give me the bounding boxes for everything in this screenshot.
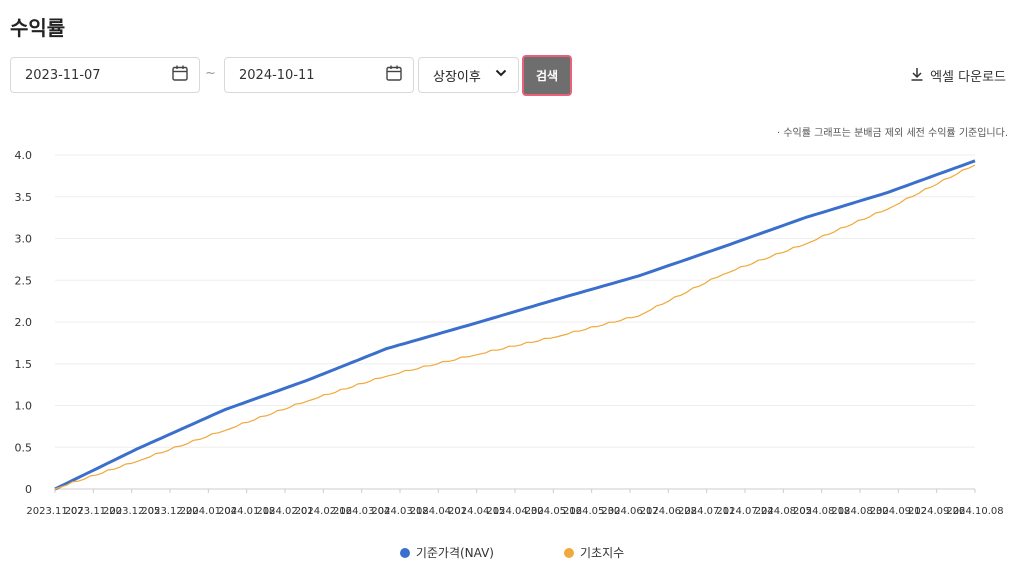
excel-download-label: 엑셀 다운로드 bbox=[930, 70, 1006, 85]
y-tick-label: 1.0 bbox=[15, 400, 33, 413]
date-range-separator: ~ bbox=[205, 66, 216, 81]
start-date-field[interactable]: 2023-11-07 bbox=[10, 57, 200, 93]
end-date-field[interactable]: 2024-10-11 bbox=[224, 57, 414, 93]
legend-label-index: 기초지수 bbox=[579, 546, 625, 560]
y-tick-label: 3.5 bbox=[15, 191, 33, 204]
series-line-nav bbox=[54, 159, 976, 491]
y-tick-label: 1.5 bbox=[15, 358, 33, 371]
calendar-icon[interactable] bbox=[171, 64, 189, 86]
chart-legend: 기준가격(NAV) 기초지수 bbox=[0, 544, 1024, 561]
y-tick-label: 3.0 bbox=[15, 233, 33, 246]
y-tick-label: 0 bbox=[25, 483, 32, 496]
search-button[interactable]: 검색 bbox=[522, 55, 572, 96]
page-title: 수익률 bbox=[10, 16, 66, 40]
legend-dot-index bbox=[563, 547, 574, 558]
start-date-value: 2023-11-07 bbox=[25, 67, 101, 83]
x-tick-label: 2024.10.08 bbox=[946, 506, 1003, 517]
chevron-down-icon bbox=[494, 66, 508, 84]
legend-dot-nav bbox=[399, 547, 410, 558]
chart-note: · 수익률 그래프는 분배금 제외 세전 수익률 기준입니다. bbox=[776, 128, 1008, 139]
end-date-value: 2024-10-11 bbox=[239, 67, 315, 83]
legend-item-nav[interactable]: 기준가격(NAV) bbox=[399, 544, 494, 561]
series-line-index bbox=[54, 164, 976, 490]
excel-download-button[interactable]: 엑셀 다운로드 bbox=[910, 66, 1006, 85]
period-select-value: 상장이후 bbox=[433, 69, 481, 85]
calendar-icon[interactable] bbox=[385, 64, 403, 86]
y-tick-label: 0.5 bbox=[15, 441, 33, 454]
y-tick-label: 2.0 bbox=[15, 316, 33, 329]
return-chart: 00.51.01.52.02.53.03.54.0 2023.11.072023… bbox=[15, 149, 1004, 517]
y-tick-label: 4.0 bbox=[15, 149, 33, 162]
download-icon bbox=[910, 67, 924, 85]
y-tick-label: 2.5 bbox=[15, 274, 33, 287]
legend-label-nav: 기준가격(NAV) bbox=[415, 546, 494, 560]
legend-item-index[interactable]: 기초지수 bbox=[563, 544, 625, 561]
period-select[interactable]: 상장이후 bbox=[418, 57, 519, 93]
